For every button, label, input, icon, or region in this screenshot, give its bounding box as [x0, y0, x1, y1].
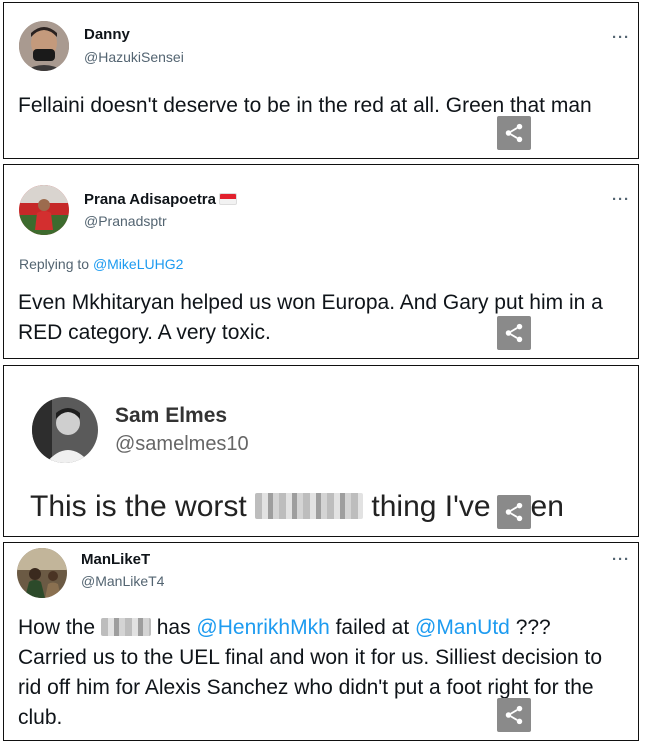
user-handle[interactable]: @Pranadsptr — [84, 213, 167, 229]
avatar[interactable] — [17, 548, 67, 598]
share-icon[interactable] — [497, 116, 531, 150]
more-icon[interactable]: ··· — [612, 30, 630, 45]
user-handle[interactable]: @ManLikeT4 — [81, 573, 164, 589]
more-icon[interactable]: ··· — [612, 192, 630, 207]
display-name[interactable]: Prana Adisapoetra — [84, 191, 237, 208]
tweet-text-before: This is the worst — [30, 490, 256, 523]
tweet-card-manliket: ManLikeT @ManLikeT4 ··· How the has @Hen… — [3, 542, 639, 741]
tweet-card-danny: Danny @HazukiSensei ··· Fellaini doesn't… — [3, 2, 639, 159]
tweet-text-after: thing I've seen — [363, 490, 564, 523]
avatar[interactable] — [32, 397, 98, 463]
tweet-card-prana: Prana Adisapoetra @Pranadsptr ··· Replyi… — [3, 164, 639, 359]
censored-word — [100, 618, 151, 636]
mention-link[interactable]: @HenrikhMkh — [196, 616, 329, 639]
tweet-text-part: How the — [18, 616, 101, 639]
tweet-text-part: failed at — [329, 616, 415, 639]
replying-to-prefix: Replying to — [19, 256, 93, 272]
indonesia-flag-icon — [219, 193, 237, 205]
replying-to: Replying to @MikeLUHG2 — [19, 256, 183, 272]
user-handle[interactable]: @samelmes10 — [115, 433, 249, 456]
display-name[interactable]: Danny — [84, 26, 130, 43]
display-name[interactable]: ManLikeT — [81, 551, 150, 568]
display-name[interactable]: Sam Elmes — [115, 404, 227, 428]
share-icon[interactable] — [497, 316, 531, 350]
mention-link[interactable]: @ManUtd — [415, 616, 510, 639]
display-name-text: Prana Adisapoetra — [84, 191, 216, 208]
tweet-text-part: has — [150, 616, 197, 639]
user-handle[interactable]: @HazukiSensei — [84, 49, 184, 65]
more-icon[interactable]: ··· — [612, 552, 630, 567]
tweet-card-sam: Sam Elmes @samelmes10 This is the worst … — [3, 365, 639, 537]
share-icon[interactable] — [497, 698, 531, 732]
avatar[interactable] — [19, 21, 69, 71]
avatar[interactable] — [19, 185, 69, 235]
share-icon[interactable] — [497, 495, 531, 529]
tweet-text: This is the worst thing I've seen — [30, 489, 624, 525]
censored-word — [255, 493, 364, 519]
replying-to-mention[interactable]: @MikeLUHG2 — [93, 256, 183, 272]
